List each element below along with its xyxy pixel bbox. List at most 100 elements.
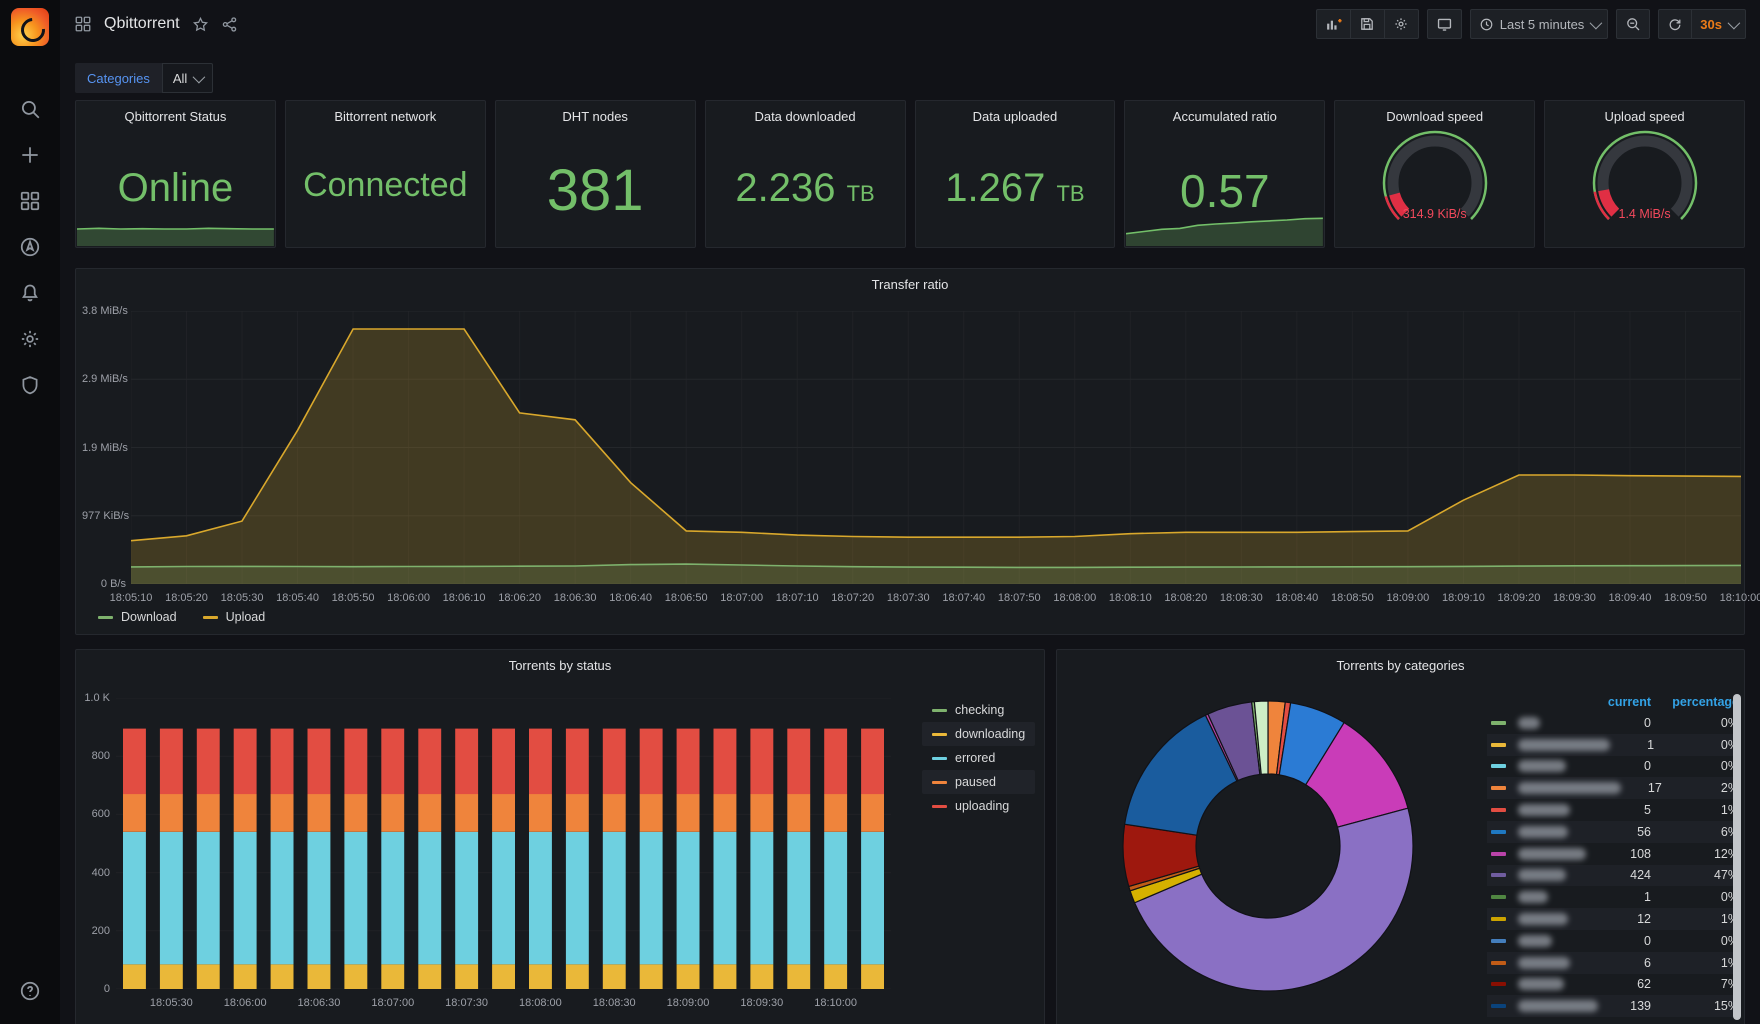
share-icon[interactable] [221,16,238,33]
categories-table: current percentage 0 0% 1 0% 0 0% 17 2% 5 1% 56 6% 1… [1487,692,1739,1018]
legend-color-dash [932,708,947,712]
panel-title[interactable]: Data uploaded [916,101,1115,124]
column-header-percentage[interactable]: percentage [1651,695,1739,709]
panel-title[interactable]: DHT nodes [496,101,695,124]
refresh-interval-label: 30s [1700,16,1722,32]
category-row[interactable]: 1 0% [1487,886,1739,908]
panel-title[interactable]: Upload speed [1545,101,1744,124]
stat-download-speed[interactable]: Download speed 314.9 KiB/s [1334,100,1536,248]
save-dashboard-button[interactable] [1350,9,1385,39]
category-row[interactable]: 6 1% [1487,951,1739,974]
stat-bittorrent-network[interactable]: Bittorrent network Connected [284,100,486,248]
categories-variable-label[interactable]: Categories [75,63,162,93]
panel-title[interactable]: Download speed [1335,101,1534,124]
categories-variable-value[interactable]: All [161,63,214,93]
status-sparkline [77,212,274,246]
category-percentage-value: 0% [1720,759,1739,774]
y-tick: 200 [91,924,110,937]
x-tick: 18:08:30 [1219,592,1263,604]
grafana-logo-icon[interactable] [11,8,49,46]
legend-color-dash [932,780,947,784]
transfer-chart-area[interactable] [131,311,1741,584]
explore-compass-icon[interactable] [19,236,41,258]
server-admin-shield-icon[interactable] [19,374,41,396]
category-current-value: 108 [1630,846,1651,861]
category-percentage-value: 12% [1713,846,1739,861]
star-icon[interactable] [192,16,209,33]
x-tick: 18:10:00 [814,997,858,1009]
dashboard-settings-button[interactable] [1384,9,1419,39]
legend-color-dash [1491,873,1506,878]
panel-title[interactable]: Torrents by status [76,650,1044,673]
categories-donut-chart[interactable] [1118,696,1418,996]
refresh-interval-dropdown[interactable]: 30s [1692,9,1746,39]
stat-data-downloaded[interactable]: Data downloaded 2.236 TB [704,100,906,248]
legend-color-dash [98,615,113,619]
chevron-down-icon [1589,16,1603,29]
category-row[interactable]: 1 0% [1487,733,1739,756]
category-current-value: 1 [1644,890,1651,905]
configuration-gear-icon[interactable] [19,328,41,350]
x-tick: 18:06:30 [553,592,597,604]
legend-item-uploading[interactable]: uploading [922,794,1035,818]
help-icon[interactable] [19,980,41,1002]
alerting-bell-icon[interactable] [19,282,41,304]
add-icon[interactable] [19,144,41,166]
panel-title[interactable]: Transfer ratio [76,269,1744,292]
category-row[interactable]: 0 0% [1487,756,1739,778]
dashboard-grid-icon[interactable] [74,15,92,33]
legend-color-dash [1491,829,1506,834]
ratio-sparkline [1126,202,1324,246]
time-range-picker[interactable]: Last 5 minutes [1469,9,1609,39]
search-icon[interactable] [19,98,41,120]
legend-item-checking[interactable]: checking [922,698,1035,722]
category-percentage-value: 1% [1720,803,1739,818]
dashboards-icon[interactable] [19,190,41,212]
legend-item-download[interactable]: Download [98,610,177,624]
tv-mode-button[interactable] [1426,9,1462,39]
column-header-current[interactable]: current [1591,695,1651,709]
panel-title[interactable]: Torrents by categories [1057,650,1744,673]
category-percentage-value: 1% [1720,912,1739,927]
category-row[interactable]: 108 12% [1487,843,1739,865]
category-row[interactable]: 424 47% [1487,864,1739,887]
table-scrollbar[interactable] [1733,694,1741,1020]
panel-title[interactable]: Qbittorrent Status [76,101,275,124]
stat-qbittorrent-status[interactable]: Qbittorrent Status Online [75,100,276,248]
category-name-redacted [1518,847,1586,860]
category-name-redacted [1518,825,1568,838]
x-tick: 18:06:50 [664,592,708,604]
category-row[interactable]: 139 15% [1487,995,1739,1018]
add-panel-button[interactable] [1315,9,1351,39]
legend-item-downloading[interactable]: downloading [922,722,1036,746]
category-current-value: 17 [1647,781,1662,796]
category-row[interactable]: 62 7% [1487,974,1739,996]
panel-title[interactable]: Bittorrent network [286,101,485,124]
legend-item-errored[interactable]: errored [922,746,1035,770]
category-row[interactable]: 56 6% [1487,820,1739,843]
zoom-out-button[interactable] [1616,9,1651,39]
stat-dht-nodes[interactable]: DHT nodes 381 [494,100,696,248]
category-row[interactable]: 12 1% [1487,908,1739,930]
stat-upload-speed[interactable]: Upload speed 1.4 MiB/s [1544,100,1745,248]
category-row[interactable]: 17 2% [1487,777,1739,800]
legend-item-upload[interactable]: Upload [202,610,265,624]
y-tick: 2.9 MiB/s [82,373,128,386]
category-percentage-value: 7% [1720,977,1739,992]
stat-data-uploaded[interactable]: Data uploaded 1.267 TB [914,100,1116,248]
refresh-button[interactable] [1658,9,1693,39]
dashboard-title[interactable]: Qbittorrent [104,15,180,33]
legend-color-dash [1491,938,1506,943]
category-row[interactable]: 0 0% [1487,712,1739,734]
status-chart-area[interactable] [116,698,891,989]
x-tick: 18:07:30 [445,997,489,1009]
panel-title[interactable]: Accumulated ratio [1125,101,1324,124]
category-row[interactable]: 0 0% [1487,930,1739,952]
panel-title[interactable]: Data downloaded [706,101,905,124]
stat-accumulated-ratio[interactable]: Accumulated ratio 0.57 [1124,100,1326,248]
category-row[interactable]: 5 1% [1487,799,1739,821]
x-tick: 18:05:20 [165,592,208,604]
x-tick: 18:09:50 [1664,592,1707,604]
legend-item-paused[interactable]: paused [922,770,1036,794]
transfer-legend: Download Upload [98,610,265,624]
